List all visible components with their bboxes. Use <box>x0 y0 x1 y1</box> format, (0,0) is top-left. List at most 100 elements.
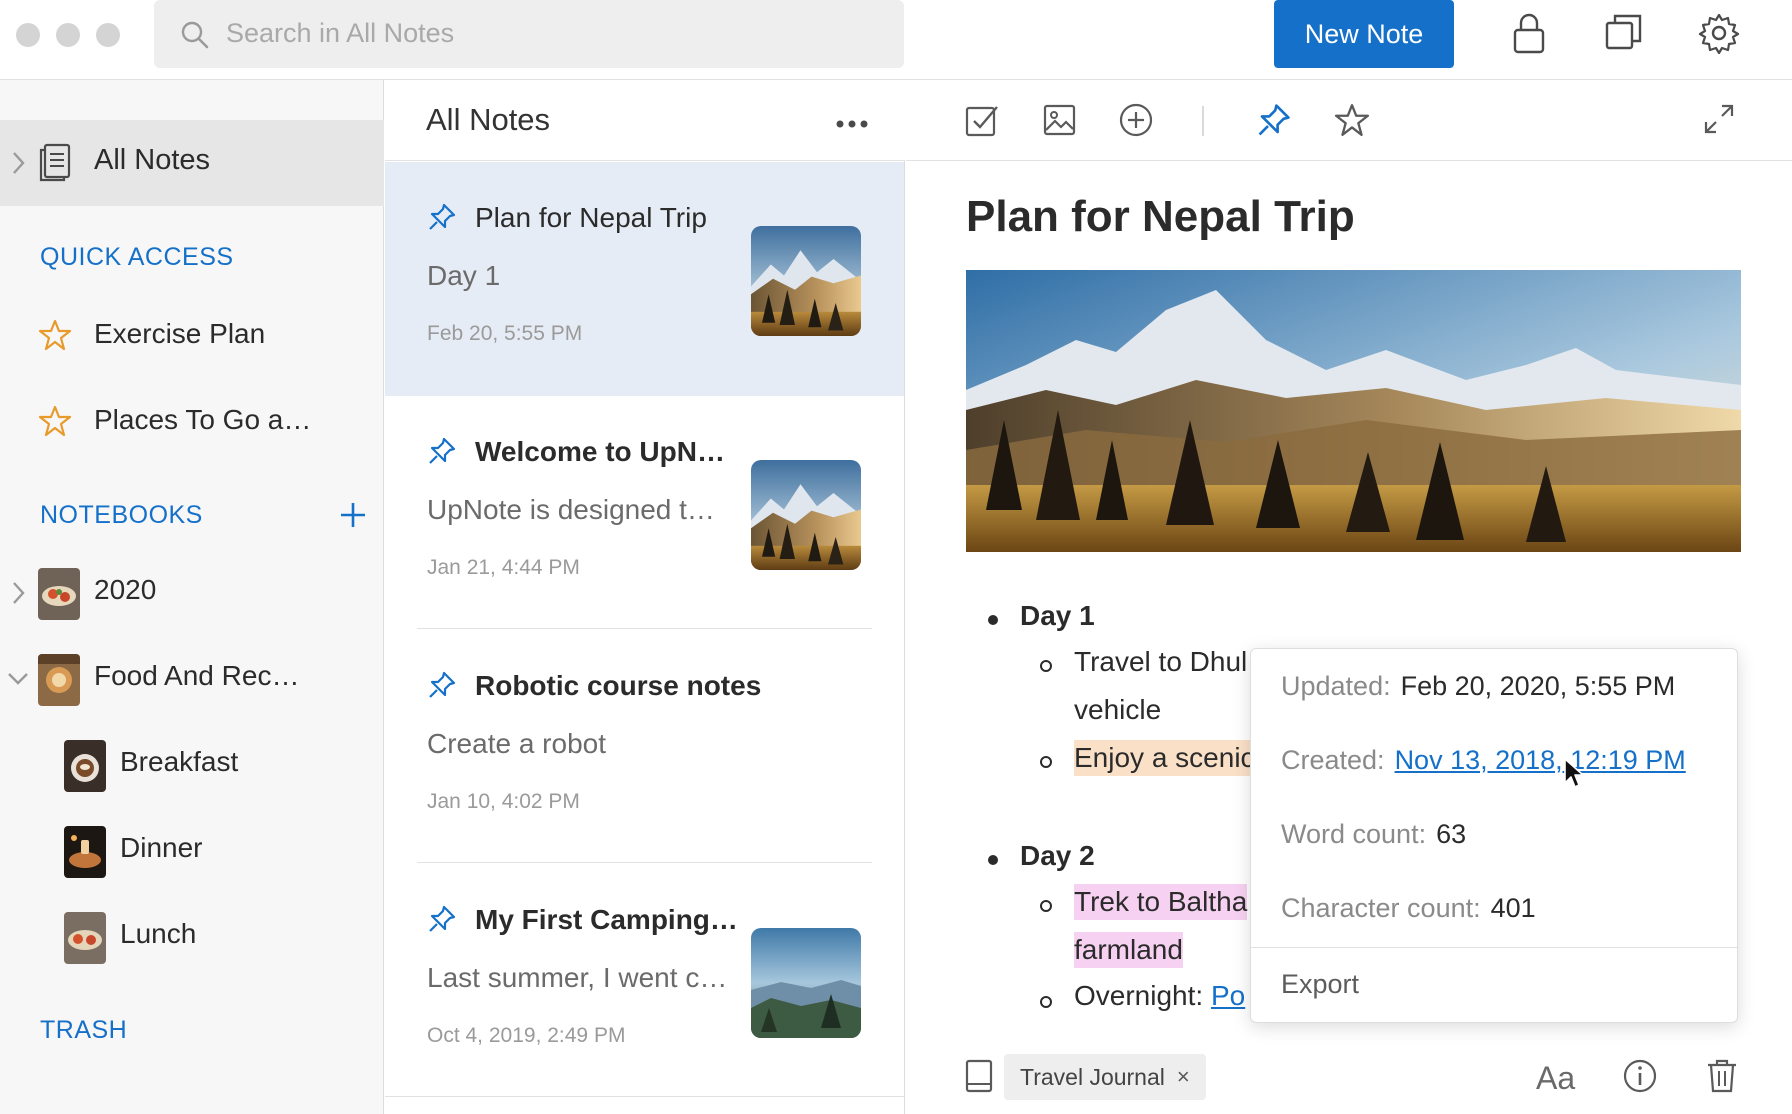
note-info-popup: Updated: Feb 20, 2020, 5:55 PM Created: No… <box>1250 648 1738 1023</box>
note-date: Jan 10, 4:02 PM <box>427 790 580 813</box>
note-title: Robotic course notes <box>475 670 762 701</box>
notes-icon <box>38 142 72 187</box>
note-date: Feb 20, 5:55 PM <box>427 322 583 345</box>
divider <box>417 628 872 629</box>
gear-icon[interactable] <box>1698 12 1740 59</box>
sidebar: All Notes QUICK ACCESS Exercise Plan Pla… <box>0 80 384 1114</box>
lock-icon[interactable] <box>1512 12 1546 61</box>
notebook-thumbnail <box>64 740 106 792</box>
day-heading: Day 1 <box>1020 600 1095 631</box>
tag-label: Travel Journal <box>1020 1063 1165 1090</box>
overnight-link[interactable]: Po <box>1211 980 1245 1011</box>
chevron-right-icon[interactable] <box>10 580 26 611</box>
notebook-icon[interactable] <box>964 1058 994 1099</box>
export-button[interactable]: Export <box>1281 969 1359 1000</box>
character-count-label: Character count: <box>1281 893 1481 923</box>
chevron-right-icon[interactable] <box>10 150 26 181</box>
editor-toolbar <box>906 80 1792 161</box>
toolbar-divider <box>1202 106 1204 136</box>
sidebar-item-all-notes[interactable]: All Notes <box>0 120 384 206</box>
created-row: Created: Nov 13, 2018, 12:19 PM <box>1281 745 1686 776</box>
notebooks-heading: NOTEBOOKS <box>40 501 203 529</box>
highlighted-text: Trek to Baltha <box>1074 884 1248 920</box>
note-title-heading[interactable]: Plan for Nepal Trip <box>966 192 1355 242</box>
word-count-row: Word count: 63 <box>1281 819 1466 850</box>
divider <box>417 862 872 863</box>
note-snippet: Create a robot <box>427 728 606 759</box>
bullet <box>1040 900 1052 912</box>
updated-row: Updated: Feb 20, 2020, 5:55 PM <box>1281 671 1675 702</box>
window-minimize-button[interactable] <box>56 23 80 47</box>
notebook-label: Breakfast <box>120 746 239 777</box>
mouse-cursor-icon <box>1563 757 1587 796</box>
plus-icon[interactable] <box>338 500 368 535</box>
pin-icon <box>427 436 457 471</box>
notebook-label: 2020 <box>94 574 157 605</box>
sidebar-item-label: All Notes <box>94 144 211 176</box>
note-date: Jan 21, 4:44 PM <box>427 556 580 579</box>
tag-chip[interactable]: Travel Journal × <box>1004 1054 1206 1100</box>
note-snippet: Last summer, I went c… <box>427 962 728 993</box>
trash-link[interactable]: TRASH <box>40 1016 127 1045</box>
pin-icon <box>427 670 457 705</box>
bullet <box>1040 996 1052 1008</box>
highlighted-text: farmland <box>1074 932 1183 968</box>
note-snippet: Day 1 <box>427 260 501 291</box>
updated-value: Feb 20, 2020, 5:55 PM <box>1400 671 1676 701</box>
checkbox-icon[interactable] <box>964 102 1000 143</box>
pin-icon[interactable] <box>1256 102 1292 143</box>
updated-label: Updated: <box>1281 671 1391 701</box>
pin-icon <box>427 904 457 939</box>
search-placeholder: Search in All Notes <box>226 18 455 48</box>
note-list: All Notes Plan for Nepal Trip Day 1 Feb … <box>385 80 905 1114</box>
divider <box>385 1096 905 1097</box>
note-list-header: All Notes <box>385 80 905 161</box>
window-close-button[interactable] <box>16 23 40 47</box>
star-icon[interactable] <box>1334 102 1370 143</box>
note-snippet: UpNote is designed t… <box>427 494 715 525</box>
search-icon <box>180 20 210 55</box>
expand-icon[interactable] <box>1702 102 1736 141</box>
duplicate-window-icon[interactable] <box>1604 12 1644 57</box>
ellipsis-icon[interactable] <box>835 116 869 134</box>
bullet <box>988 615 998 625</box>
chevron-down-icon[interactable] <box>6 670 30 691</box>
notebook-label: Dinner <box>120 832 203 863</box>
divider <box>1251 947 1737 948</box>
notebook-thumbnail <box>38 654 80 706</box>
add-circle-icon[interactable] <box>1118 102 1154 143</box>
new-note-button[interactable]: New Note <box>1274 0 1454 68</box>
trash-icon[interactable] <box>1706 1058 1738 1099</box>
note-thumbnail <box>751 928 861 1038</box>
window-zoom-button[interactable] <box>96 23 120 47</box>
notebook-label: Food And Rec… <box>94 660 300 691</box>
quick-access-heading: QUICK ACCESS <box>40 243 234 271</box>
font-icon[interactable]: Aa <box>1536 1060 1575 1097</box>
star-icon <box>38 318 72 357</box>
hero-image <box>966 270 1741 552</box>
body-text: Overnight: Po <box>1074 980 1245 1012</box>
bullet <box>988 855 998 865</box>
bullet <box>1040 660 1052 672</box>
character-count-value: 401 <box>1490 893 1536 923</box>
note-card[interactable]: Welcome to UpN… UpNote is designed t… Ja… <box>385 396 904 630</box>
info-icon[interactable] <box>1622 1058 1658 1099</box>
note-card[interactable]: My First Camping… Last summer, I went c…… <box>385 864 904 1098</box>
note-card[interactable]: Robotic course notes Create a robot Jan … <box>385 630 904 864</box>
search-input[interactable]: Search in All Notes <box>154 0 904 68</box>
created-value-link[interactable]: Nov 13, 2018, 12:19 PM <box>1395 745 1686 775</box>
notebook-thumbnail <box>64 826 106 878</box>
highlighted-text: Enjoy a scenic <box>1074 740 1255 776</box>
day-heading: Day 2 <box>1020 840 1095 871</box>
created-label: Created: <box>1281 745 1385 775</box>
image-icon[interactable] <box>1042 102 1078 143</box>
note-date: Oct 4, 2019, 2:49 PM <box>427 1024 626 1047</box>
note-card[interactable]: Plan for Nepal Trip Day 1 Feb 20, 5:55 P… <box>385 162 904 396</box>
notebook-label: Lunch <box>120 918 197 949</box>
quick-access-label: Exercise Plan <box>94 318 266 349</box>
body-text: vehicle <box>1074 694 1162 725</box>
quick-access-label: Places To Go a… <box>94 404 312 435</box>
top-bar: Search in All Notes New Note <box>0 0 1792 80</box>
character-count-row: Character count: 401 <box>1281 893 1536 924</box>
remove-tag-icon[interactable]: × <box>1177 1064 1190 1090</box>
